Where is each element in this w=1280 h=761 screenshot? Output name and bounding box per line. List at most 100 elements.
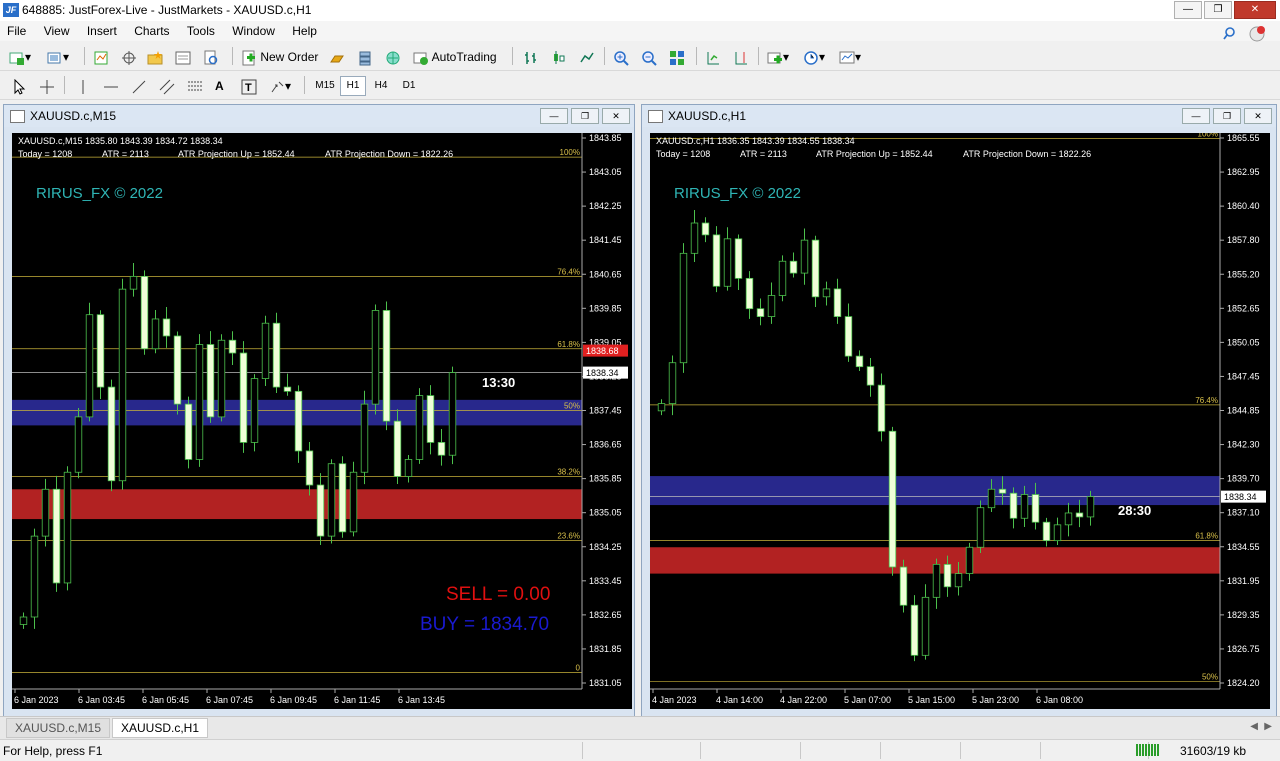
metaeditor-button[interactable] [384,46,402,68]
new-order-button[interactable]: New Order [240,46,319,68]
chart-restore-button[interactable]: ❐ [571,108,599,124]
signals-button[interactable] [328,46,346,68]
fib-level-label: 50% [1202,673,1218,682]
time-tick-label: 6 Jan 11:45 [334,695,380,705]
crosshair-tool[interactable] [38,75,56,97]
candle-body [250,378,259,443]
price-tick-label: 1842.25 [589,201,622,211]
bar-chart-button[interactable] [522,46,540,68]
menu-charts[interactable]: Charts [127,21,176,38]
minimize-button[interactable]: — [1174,1,1202,19]
auto-scroll-button[interactable] [704,46,722,68]
candle-body [734,238,743,279]
market-watch-button[interactable] [92,46,110,68]
chart-window-title: XAUUSD.c,H1 [668,109,747,123]
market-button[interactable] [356,46,374,68]
magnifier-doc-icon [204,50,218,65]
chart-header: XAUUSD.c,H1 1836.35 1843.39 1834.55 1838… [656,136,855,146]
price-axis [1220,133,1270,709]
tab-scroll-left-icon[interactable]: ◀ [1250,721,1258,732]
periods-button[interactable]: ▾ [802,46,826,68]
timeframe-h1[interactable]: H1 [340,76,366,96]
candlestick-button[interactable] [550,46,568,68]
autotrading-icon [413,52,428,65]
tab-scroll-right-icon[interactable]: ▶ [1264,721,1272,732]
chart-restore-button[interactable]: ❐ [1213,108,1241,124]
profiles-button[interactable]: ▾ [46,46,70,68]
price-chart-h1[interactable]: 100% 76.4% 61.8% 50% XAUUSD.c,H1 1836.35 18… [650,133,1270,709]
menu-view[interactable]: View [37,21,77,38]
indicators-button[interactable]: ▾ [766,46,790,68]
search-and-alerts-icons[interactable] [1223,26,1267,42]
chart-minimize-button[interactable]: — [1182,108,1210,124]
candle-body [206,344,215,418]
candle-body [349,471,358,533]
timeframe-m15[interactable]: M15 [312,76,338,96]
timeframe-d1[interactable]: D1 [396,76,422,96]
trendline-tool[interactable] [130,75,148,97]
text-tool[interactable]: A [214,75,225,97]
price-tick-label: 1839.70 [1227,474,1260,484]
chart-window-titlebar[interactable]: XAUUSD.c,H1 — ❐ ✕ [642,105,1276,127]
candle-body [85,314,94,418]
fib-level-label: 50% [564,402,580,411]
candle-body [701,222,710,236]
candle-body [371,310,380,405]
candle-body [745,277,754,310]
candle-body [63,471,72,584]
chart-window-h1[interactable]: XAUUSD.c,H1 — ❐ ✕ 100% 76.4% 61.8% 50% XAUU… [641,104,1277,717]
menu-window[interactable]: Window [225,21,282,38]
navigator-button[interactable] [146,46,164,68]
price-tick-label: 1860.40 [1227,201,1260,211]
chart-close-button[interactable]: ✕ [1244,108,1272,124]
autotrading-button[interactable]: AutoTrading [412,46,498,68]
data-window-button[interactable] [120,46,138,68]
status-help-text: For Help, press F1 [3,744,103,758]
candle-body [96,314,105,388]
line-chart-button[interactable] [578,46,596,68]
tab-xauusd-h1[interactable]: XAUUSD.c,H1 [112,718,209,738]
cursor-tool[interactable] [10,75,28,97]
candle-body [184,403,193,460]
zoom-in-button[interactable] [612,46,630,68]
close-button[interactable]: ✕ [1234,1,1276,19]
timeframe-h4[interactable]: H4 [368,76,394,96]
menu-tools[interactable]: Tools [180,21,222,38]
price-chart-m15[interactable]: 100% 76.4% 61.8% 50% 38.2% 23.6% 0 XAUUSD.c,M1… [12,133,632,709]
horizontal-line-tool[interactable] [102,75,120,97]
chart-window-m15[interactable]: XAUUSD.c,M15 — ❐ ✕ 100% 76.4% 61.8% 50% 38.2… [3,104,635,717]
new-chart-button[interactable]: ▾ [8,46,32,68]
chart-shift-button[interactable] [732,46,750,68]
strategy-tester-button[interactable] [202,46,220,68]
fib-level-label: 76.4% [557,267,580,276]
price-tick-label: 1840.65 [589,269,622,279]
tab-xauusd-m15[interactable]: XAUUSD.c,M15 [6,718,111,738]
chart-window-titlebar[interactable]: XAUUSD.c,M15 — ❐ ✕ [4,105,634,127]
equidistant-channel-tool[interactable] [158,75,176,97]
restore-button[interactable]: ❐ [1204,1,1232,19]
watermark: RIRUS_FX © 2022 [36,185,163,202]
watermark: RIRUS_FX © 2022 [674,185,801,202]
terminal-button[interactable] [174,46,192,68]
candle-body [1075,512,1084,518]
fibonacci-icon [188,81,202,91]
chart-close-button[interactable]: ✕ [602,108,630,124]
time-tick-label: 6 Jan 07:45 [206,695,253,705]
fib-level-label: 61.8% [1195,532,1218,541]
zoom-out-button[interactable] [640,46,658,68]
menu-file[interactable]: File [0,21,33,38]
tile-windows-icon [670,50,684,65]
candle-body [107,386,116,482]
arrows-tool[interactable]: ▾ [268,75,292,97]
text-label-tool[interactable]: T [240,75,258,97]
candle-body [690,222,699,254]
candle-body [239,352,248,443]
menu-help[interactable]: Help [285,21,324,38]
templates-button[interactable]: ▾ [838,46,862,68]
time-tick-label: 6 Jan 09:45 [270,695,317,705]
chart-minimize-button[interactable]: — [540,108,568,124]
vertical-line-tool[interactable] [74,75,92,97]
fibonacci-tool[interactable] [186,75,204,97]
tile-windows-button[interactable] [668,46,686,68]
menu-insert[interactable]: Insert [80,21,124,38]
